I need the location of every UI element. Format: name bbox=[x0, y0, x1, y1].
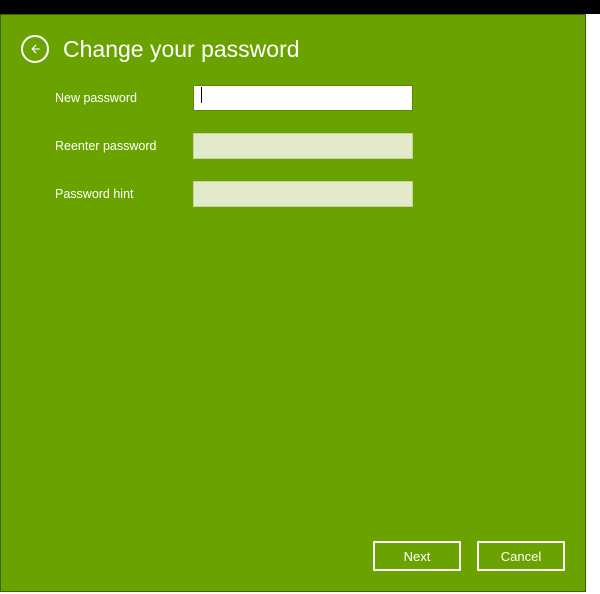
page-title: Change your password bbox=[63, 36, 300, 63]
window-top-border bbox=[0, 0, 600, 14]
password-hint-input[interactable] bbox=[193, 181, 413, 207]
password-form: New password Reenter password Password h… bbox=[1, 85, 585, 207]
arrow-left-icon bbox=[28, 42, 42, 56]
label-reenter-password: Reenter password bbox=[55, 139, 193, 153]
change-password-panel: Change your password New password Reente… bbox=[0, 14, 586, 592]
label-new-password: New password bbox=[55, 91, 193, 105]
label-password-hint: Password hint bbox=[55, 187, 193, 201]
cancel-button[interactable]: Cancel bbox=[477, 541, 565, 571]
button-bar: Next Cancel bbox=[373, 541, 565, 571]
reenter-password-input[interactable] bbox=[193, 133, 413, 159]
new-password-input[interactable] bbox=[193, 85, 413, 111]
row-new-password: New password bbox=[55, 85, 585, 111]
row-password-hint: Password hint bbox=[55, 181, 585, 207]
row-reenter-password: Reenter password bbox=[55, 133, 585, 159]
back-button[interactable] bbox=[21, 35, 49, 63]
next-button[interactable]: Next bbox=[373, 541, 461, 571]
header: Change your password bbox=[1, 15, 585, 63]
text-cursor bbox=[201, 87, 202, 103]
